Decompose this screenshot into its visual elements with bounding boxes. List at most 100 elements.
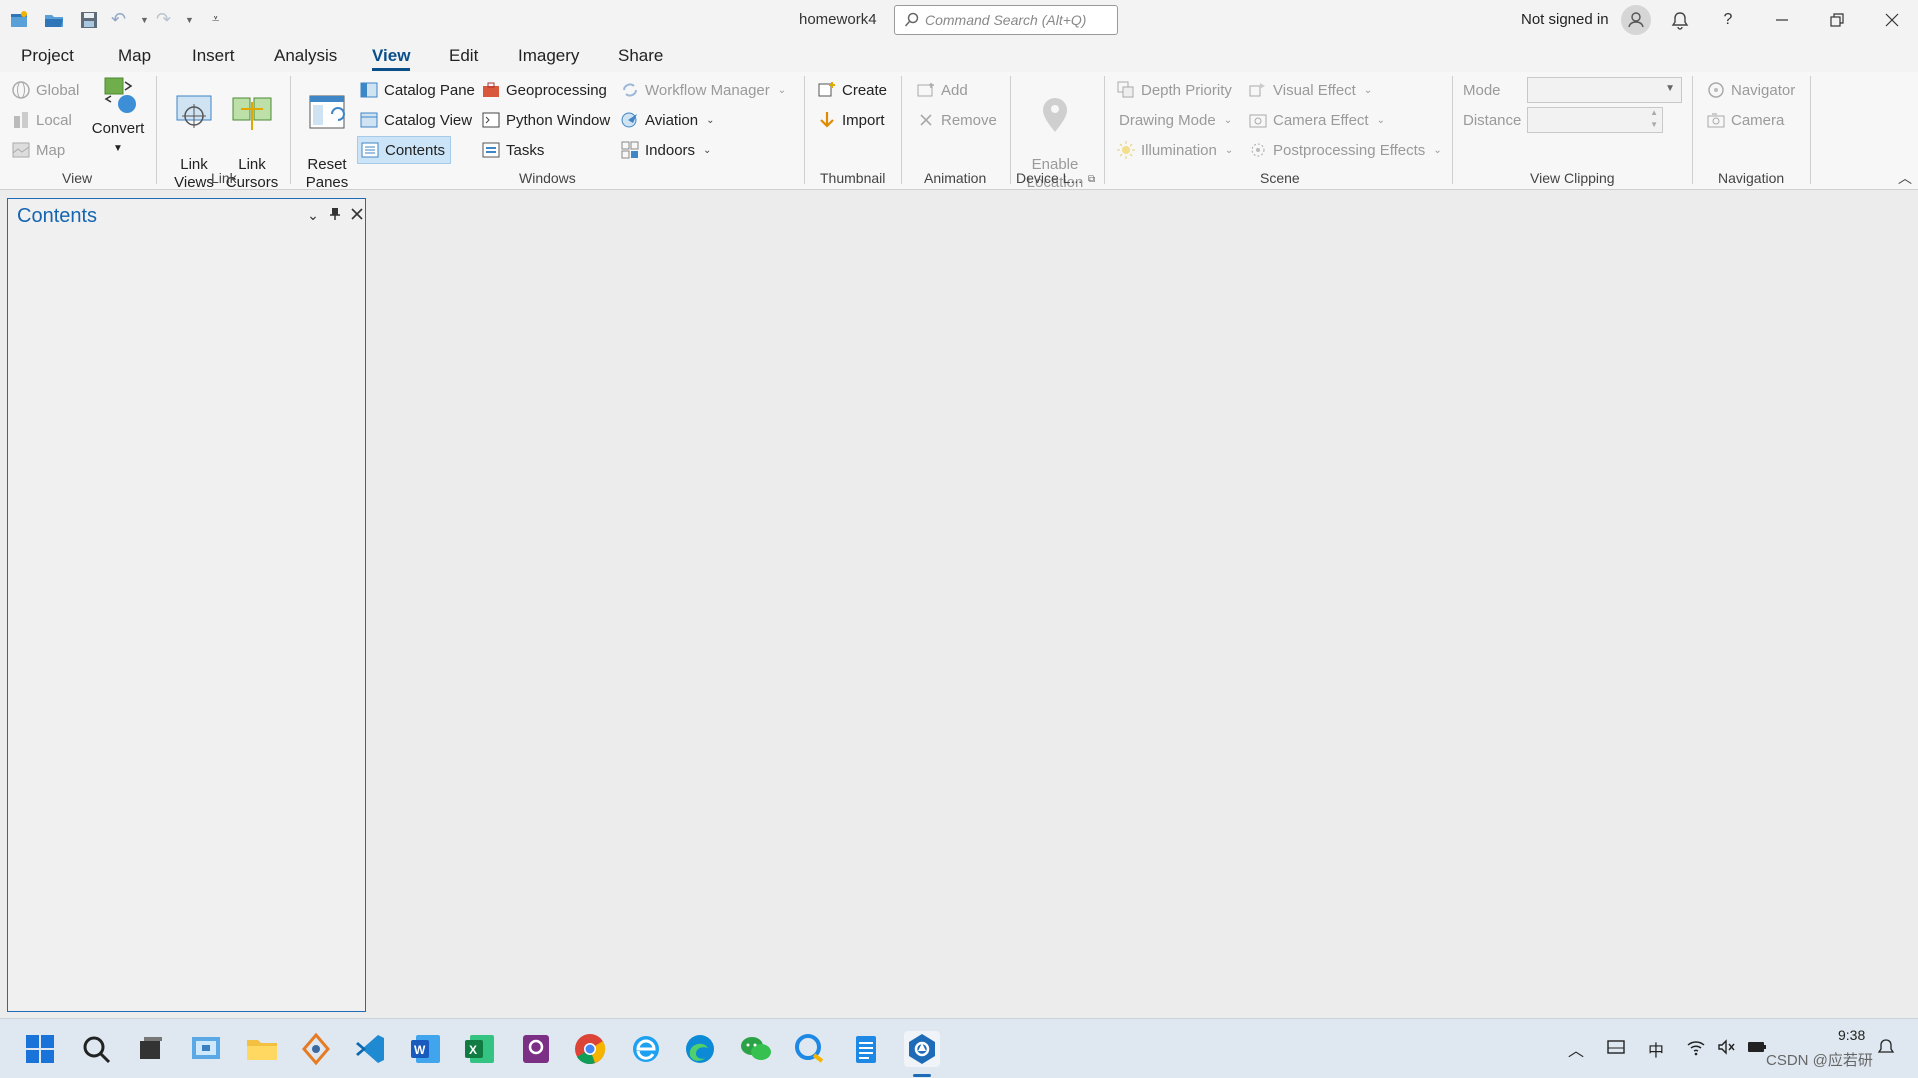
dialog-launcher-icon[interactable]: ⧉	[1088, 174, 1095, 185]
chevron-down-icon: ⌄	[1224, 144, 1234, 156]
reset-panes-button[interactable]: Reset Panes	[297, 76, 357, 192]
wechat-icon[interactable]	[738, 1031, 774, 1067]
close-window-button[interactable]	[1866, 0, 1918, 40]
minimize-button[interactable]	[1756, 0, 1808, 40]
undo-icon[interactable]: ↶	[111, 9, 133, 31]
drawing-mode-button[interactable]: Drawing Mode ⌄	[1119, 107, 1232, 133]
view-group-label: View	[62, 170, 93, 186]
postprocessing-effects-button[interactable]: Postprocessing Effects ⌄	[1248, 137, 1442, 163]
visual-effect-button[interactable]: Visual Effect ⌄	[1248, 77, 1372, 103]
illumination-button[interactable]: Illumination ⌄	[1116, 137, 1233, 163]
indoors-button[interactable]: Indoors ⌄	[620, 137, 711, 163]
spin-down-icon[interactable]: ▼	[1650, 120, 1658, 129]
workflow-manager-button[interactable]: Workflow Manager ⌄	[620, 77, 786, 103]
navigator-icon	[1706, 80, 1726, 100]
close-pane-icon[interactable]	[348, 207, 366, 225]
map-button[interactable]: Map	[11, 137, 65, 163]
volume-muted-icon[interactable]	[1716, 1037, 1736, 1062]
chevron-down-icon: ⌄	[706, 114, 715, 126]
notifications-icon[interactable]	[1654, 0, 1706, 40]
restore-button[interactable]	[1811, 0, 1863, 40]
link-group-label: Link	[211, 170, 237, 186]
camera-button[interactable]: Camera	[1706, 107, 1784, 133]
add-animation-button[interactable]: Add	[916, 77, 968, 103]
python-window-button[interactable]: Python Window	[481, 107, 610, 133]
contents-button[interactable]: Contents	[357, 136, 452, 164]
active-app-indicator	[913, 1074, 931, 1077]
arcgis-pro-icon[interactable]	[904, 1031, 940, 1067]
depth-priority-icon	[1116, 80, 1136, 100]
qq-browser-icon[interactable]	[792, 1031, 828, 1067]
tasks-button[interactable]: Tasks	[481, 137, 544, 163]
redo-icon[interactable]: ↷	[156, 9, 178, 31]
internet-explorer-icon[interactable]	[628, 1031, 664, 1067]
depth-priority-button[interactable]: Depth Priority	[1116, 77, 1232, 103]
tab-edit[interactable]: Edit	[449, 46, 478, 66]
ime-indicator[interactable]: 中	[1648, 1037, 1664, 1061]
open-project-icon[interactable]	[43, 9, 65, 31]
geoprocessing-button[interactable]: Geoprocessing	[481, 77, 607, 103]
excel-icon[interactable]: X	[462, 1031, 498, 1067]
tab-analysis[interactable]: Analysis	[274, 46, 337, 66]
mode-dropdown[interactable]: ▼	[1527, 77, 1682, 103]
chevron-down-icon: ⌄	[777, 84, 787, 96]
create-thumbnail-button[interactable]: Create	[817, 77, 887, 103]
user-avatar[interactable]	[1621, 5, 1651, 35]
convert-button[interactable]: Convert ▼	[88, 76, 148, 158]
map-icon	[11, 140, 31, 160]
camera-icon	[1706, 110, 1726, 130]
tab-insert[interactable]: Insert	[192, 46, 235, 66]
remove-animation-button[interactable]: Remove	[916, 107, 997, 133]
tab-project[interactable]: Project	[21, 46, 74, 66]
catalog-pane-button[interactable]: Catalog Pane	[359, 77, 475, 103]
navigator-button[interactable]: Navigator	[1706, 77, 1795, 103]
import-arrow-icon	[817, 110, 837, 130]
vscode-icon[interactable]	[352, 1031, 388, 1067]
show-hidden-icons-chevron-icon[interactable]: ︿	[1568, 1037, 1584, 1061]
edge-icon[interactable]	[682, 1031, 718, 1067]
local-button[interactable]: Local	[11, 107, 72, 133]
command-search-input[interactable]: Command Search (Alt+Q)	[894, 5, 1118, 35]
pdf-editor-icon[interactable]	[518, 1031, 554, 1067]
sign-in-status[interactable]: Not signed in	[1521, 11, 1609, 28]
chevron-down-icon: ⌄	[1223, 114, 1233, 126]
collapse-ribbon-icon[interactable]: ︿	[1898, 168, 1912, 188]
word-icon[interactable]: W	[408, 1031, 444, 1067]
camera-effect-button[interactable]: Camera Effect ⌄	[1248, 107, 1385, 133]
pane-options-chevron-icon[interactable]: ⌄	[304, 207, 322, 225]
import-thumbnail-button[interactable]: Import	[817, 107, 885, 133]
group-divider	[156, 76, 157, 184]
task-view-icon[interactable]	[132, 1031, 168, 1067]
tab-imagery[interactable]: Imagery	[518, 46, 579, 66]
windows-start-icon[interactable]	[22, 1031, 58, 1067]
notepad-icon[interactable]	[848, 1031, 884, 1067]
catalog-pane-icon	[359, 80, 379, 100]
clock[interactable]: 9:38	[1838, 1027, 1865, 1043]
save-project-icon[interactable]	[78, 9, 100, 31]
chevron-down-icon: ▼	[1665, 83, 1675, 94]
catalog-view-button[interactable]: Catalog View	[359, 107, 472, 133]
global-button[interactable]: Global	[11, 77, 79, 103]
help-button[interactable]: ?	[1702, 0, 1754, 40]
customize-qat-icon[interactable]: ⩡	[212, 11, 234, 33]
tab-share[interactable]: Share	[618, 46, 663, 66]
control-panel-icon[interactable]	[188, 1031, 224, 1067]
wifi-icon[interactable]	[1686, 1037, 1706, 1062]
notification-bell-icon[interactable]	[1876, 1037, 1896, 1062]
file-explorer-icon[interactable]	[244, 1031, 280, 1067]
tab-view[interactable]: View	[372, 46, 411, 71]
aviation-icon	[620, 110, 640, 130]
pin-icon[interactable]	[326, 207, 344, 225]
tab-map[interactable]: Map	[118, 46, 151, 66]
chrome-icon[interactable]	[572, 1031, 608, 1067]
redo-dropdown-icon[interactable]: ▼	[185, 15, 207, 37]
search-icon[interactable]	[78, 1031, 114, 1067]
spin-up-icon[interactable]: ▲	[1650, 108, 1658, 117]
keyboard-layout-icon[interactable]	[1606, 1037, 1626, 1062]
new-project-icon[interactable]	[8, 9, 30, 31]
battery-icon[interactable]	[1746, 1037, 1768, 1062]
arcgis-tool-icon[interactable]	[298, 1031, 334, 1067]
distance-spinner[interactable]: ▲ ▼	[1527, 107, 1663, 133]
document-title: homework4	[799, 11, 877, 28]
aviation-button[interactable]: Aviation ⌄	[620, 107, 714, 133]
